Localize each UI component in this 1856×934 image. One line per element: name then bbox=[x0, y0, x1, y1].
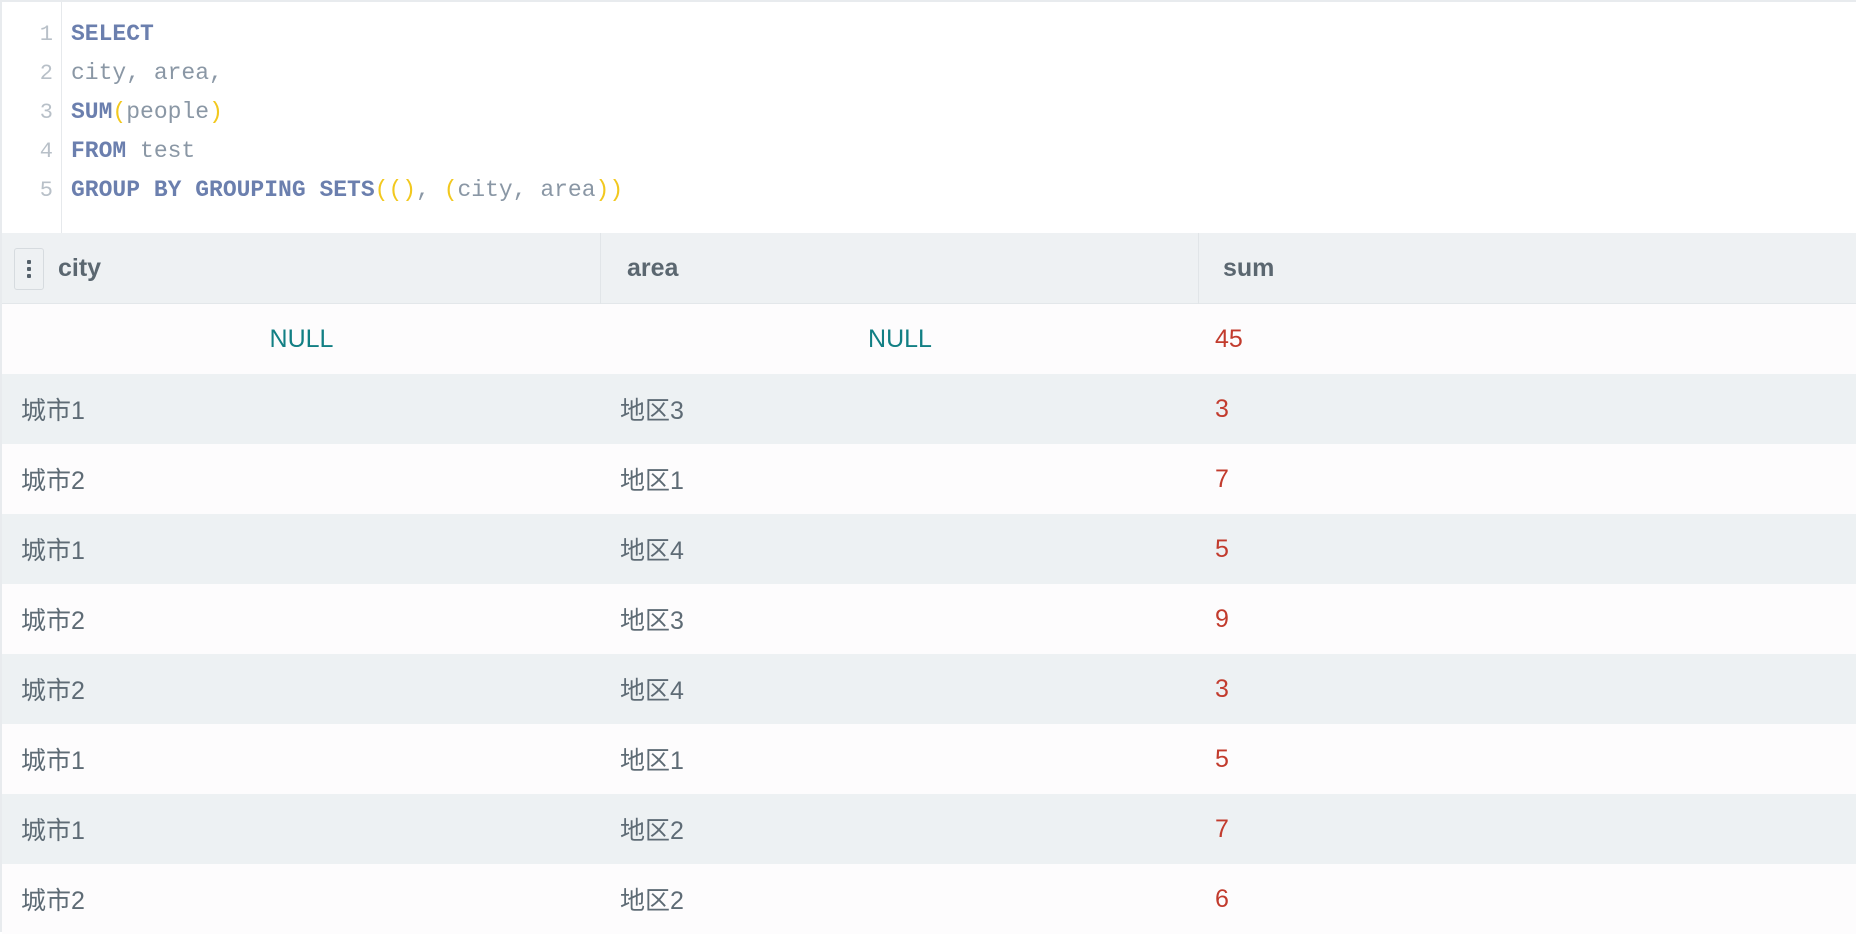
cell-sum[interactable]: 5 bbox=[1199, 514, 1856, 584]
table-row[interactable]: 城市2 地区4 3 bbox=[2, 654, 1856, 724]
sql-paren: ( bbox=[112, 99, 127, 125]
column-header-sum[interactable]: sum bbox=[1199, 233, 1856, 304]
sql-editor[interactable]: 1 2 3 4 5 SELECT city, area, SUM(people) FR… bbox=[0, 0, 1856, 233]
line-number: 5 bbox=[39, 178, 53, 203]
cell-area[interactable]: 地区1 bbox=[601, 444, 1199, 514]
cell-area[interactable]: 地区3 bbox=[601, 584, 1199, 654]
grid-body: NULL NULL 45 城市1 地区3 3 城市2 地区1 7 城市1 地区4 5 城市2 地区3 9 城市… bbox=[2, 304, 1856, 934]
line-number-gutter: 1 2 3 4 5 bbox=[2, 2, 62, 233]
column-header-label: area bbox=[627, 254, 679, 282]
cell-city[interactable]: 城市2 bbox=[2, 864, 601, 934]
sql-paren: )) bbox=[595, 177, 624, 203]
column-header-city[interactable]: city bbox=[2, 233, 601, 304]
cell-area[interactable]: 地区4 bbox=[601, 654, 1199, 724]
sql-identifier: test bbox=[126, 138, 196, 164]
cell-city[interactable]: 城市1 bbox=[2, 514, 601, 584]
cell-area[interactable]: 地区1 bbox=[601, 724, 1199, 794]
cell-sum[interactable]: 6 bbox=[1199, 864, 1856, 934]
result-grid: city area sum NULL NULL 45 城市1 地区3 3 城市2 地区1 7 城市… bbox=[0, 233, 1856, 934]
sql-identifier: , bbox=[416, 177, 444, 203]
cell-sum[interactable]: 7 bbox=[1199, 794, 1856, 864]
cell-sum[interactable]: 3 bbox=[1199, 654, 1856, 724]
cell-sum[interactable]: 3 bbox=[1199, 374, 1856, 444]
code-line[interactable]: GROUP BY GROUPING SETS((), (city, area)) bbox=[71, 171, 1856, 210]
sql-keyword: SELECT bbox=[71, 21, 154, 47]
grid-header: city area sum bbox=[2, 233, 1856, 304]
column-header-area[interactable]: area bbox=[601, 233, 1199, 304]
column-header-label: sum bbox=[1223, 254, 1275, 282]
table-row[interactable]: 城市1 地区1 5 bbox=[2, 724, 1856, 794]
cell-city[interactable]: 城市1 bbox=[2, 724, 601, 794]
cell-city[interactable]: 城市1 bbox=[2, 794, 601, 864]
sql-identifier: city, area bbox=[457, 177, 596, 203]
column-header-label: city bbox=[58, 254, 102, 282]
cell-city[interactable]: 城市1 bbox=[2, 374, 601, 444]
cell-city[interactable]: 城市2 bbox=[2, 654, 601, 724]
table-row[interactable]: 城市1 地区3 3 bbox=[2, 374, 1856, 444]
code-line[interactable]: city, area, bbox=[71, 54, 1856, 93]
cell-area[interactable]: 地区3 bbox=[601, 374, 1199, 444]
line-number: 4 bbox=[39, 139, 53, 164]
cell-city[interactable]: NULL bbox=[2, 304, 601, 374]
code-area[interactable]: SELECT city, area, SUM(people) FROM test GRO… bbox=[62, 2, 1856, 233]
line-number: 1 bbox=[39, 22, 53, 47]
cell-area[interactable]: 地区2 bbox=[601, 864, 1199, 934]
line-number: 2 bbox=[39, 61, 53, 86]
cell-sum[interactable]: 9 bbox=[1199, 584, 1856, 654]
sql-paren: ( bbox=[443, 177, 458, 203]
sql-paren: (() bbox=[374, 177, 417, 203]
cell-area[interactable]: 地区2 bbox=[601, 794, 1199, 864]
vertical-dots-icon[interactable] bbox=[14, 247, 44, 290]
table-row[interactable]: 城市2 地区3 9 bbox=[2, 584, 1856, 654]
cell-city[interactable]: 城市2 bbox=[2, 444, 601, 514]
sql-keyword: GROUP BY GROUPING SETS bbox=[71, 177, 375, 203]
table-row[interactable]: 城市1 地区4 5 bbox=[2, 514, 1856, 584]
cell-sum[interactable]: 7 bbox=[1199, 444, 1856, 514]
table-row[interactable]: 城市2 地区1 7 bbox=[2, 444, 1856, 514]
sql-identifier: city, area, bbox=[71, 60, 223, 86]
sql-keyword: FROM bbox=[71, 138, 127, 164]
table-row[interactable]: NULL NULL 45 bbox=[2, 304, 1856, 374]
code-line[interactable]: SUM(people) bbox=[71, 93, 1856, 132]
cell-sum[interactable]: 5 bbox=[1199, 724, 1856, 794]
cell-sum[interactable]: 45 bbox=[1199, 304, 1856, 374]
cell-area[interactable]: NULL bbox=[601, 304, 1199, 374]
sql-paren: ) bbox=[209, 99, 223, 125]
sql-identifier: people bbox=[126, 99, 210, 125]
code-line[interactable]: SELECT bbox=[71, 15, 1856, 54]
code-line[interactable]: FROM test bbox=[71, 132, 1856, 171]
cell-area[interactable]: 地区4 bbox=[601, 514, 1199, 584]
table-row[interactable]: 城市1 地区2 7 bbox=[2, 794, 1856, 864]
table-row[interactable]: 城市2 地区2 6 bbox=[2, 864, 1856, 934]
line-number: 3 bbox=[39, 100, 53, 125]
sql-keyword: SUM bbox=[71, 99, 113, 125]
cell-city[interactable]: 城市2 bbox=[2, 584, 601, 654]
